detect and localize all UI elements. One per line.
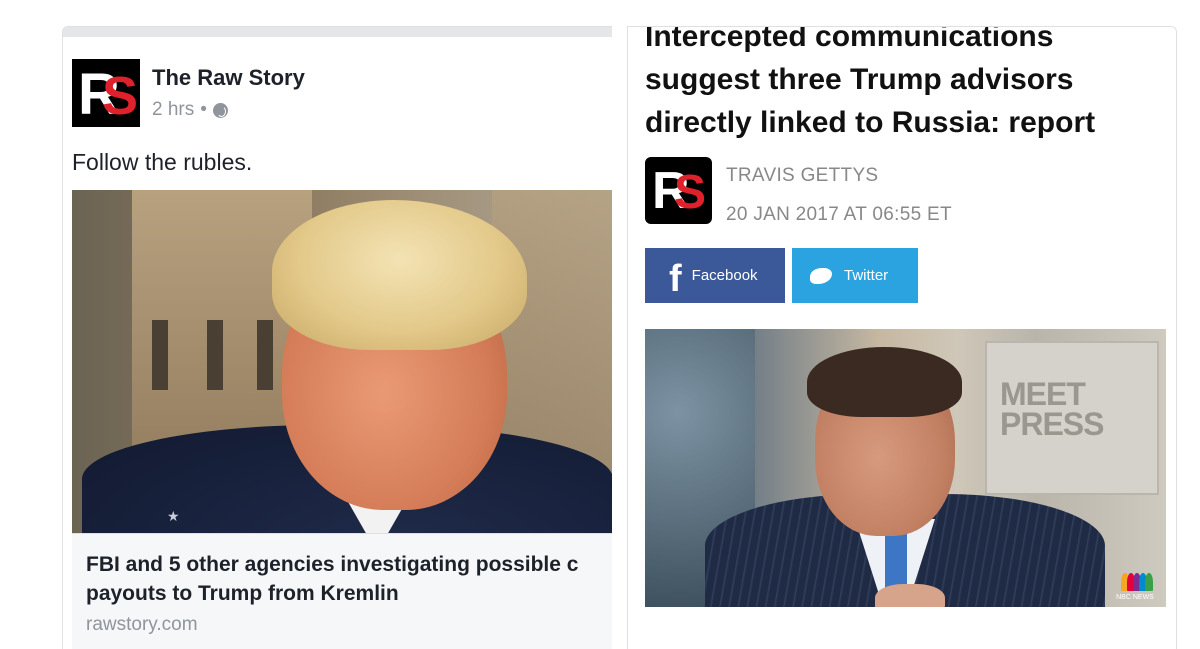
raw-story-logo[interactable]: R S <box>645 157 712 224</box>
link-domain: rawstory.com <box>86 614 198 635</box>
twitter-bird-icon <box>808 266 834 286</box>
link-title-line: FBI and 5 other agencies investigating p… <box>86 553 579 576</box>
facebook-post-card: R S The Raw Story 2 hrs • Follow the rub… <box>62 26 612 649</box>
building-window <box>257 320 273 390</box>
twitter-share-label: Twitter <box>844 267 889 284</box>
facebook-share-button[interactable]: f Facebook <box>645 248 785 303</box>
facebook-share-label: Facebook <box>691 267 758 284</box>
post-caption: Follow the rubles. <box>72 149 253 175</box>
post-timestamp[interactable]: 2 hrs <box>152 99 194 121</box>
raw-story-logo[interactable]: R S <box>72 59 140 127</box>
backdrop-text-line: MEET <box>1000 376 1086 412</box>
nbc-peacock-icon: NBC NEWS <box>1115 567 1155 601</box>
post-meta: 2 hrs • <box>152 99 228 121</box>
link-title[interactable]: FBI and 5 other agencies investigating p… <box>86 550 612 608</box>
link-preview-box[interactable]: FBI and 5 other agencies investigating p… <box>72 533 612 649</box>
hair-shape <box>272 200 527 350</box>
logo-letter-s: S <box>102 66 139 126</box>
page-name-link[interactable]: The Raw Story <box>152 65 305 91</box>
peacock-feather <box>1145 573 1153 591</box>
card-top-strip <box>63 27 612 37</box>
building-window <box>152 320 168 390</box>
link-preview-image[interactable]: ★ <box>72 190 612 533</box>
backdrop-text-line: PRESS <box>1000 406 1104 442</box>
article-card: Intercepted communications suggest three… <box>627 26 1177 649</box>
article-image: MEET PRESS NBC NEWS <box>645 329 1166 607</box>
backdrop-logo-text: MEET PRESS <box>1000 376 1104 442</box>
hand-shape <box>875 584 945 607</box>
logo-letter-s: S <box>674 166 707 219</box>
lapel-pin-icon: ★ <box>167 508 180 524</box>
network-logo-text: NBC NEWS <box>1116 594 1154 601</box>
facebook-icon: f <box>669 257 682 300</box>
hair-shape <box>807 347 962 417</box>
globe-icon <box>212 102 228 118</box>
link-title-line: payouts to Trump from Kremlin <box>86 582 399 605</box>
article-headline: Intercepted communications suggest three… <box>645 26 1096 139</box>
article-author[interactable]: TRAVIS GETTYS <box>726 165 878 187</box>
meta-separator: • <box>200 99 207 120</box>
article-date: 20 JAN 2017 AT 06:55 ET <box>726 204 952 225</box>
twitter-share-button[interactable]: Twitter <box>792 248 918 303</box>
building-window <box>207 320 223 390</box>
